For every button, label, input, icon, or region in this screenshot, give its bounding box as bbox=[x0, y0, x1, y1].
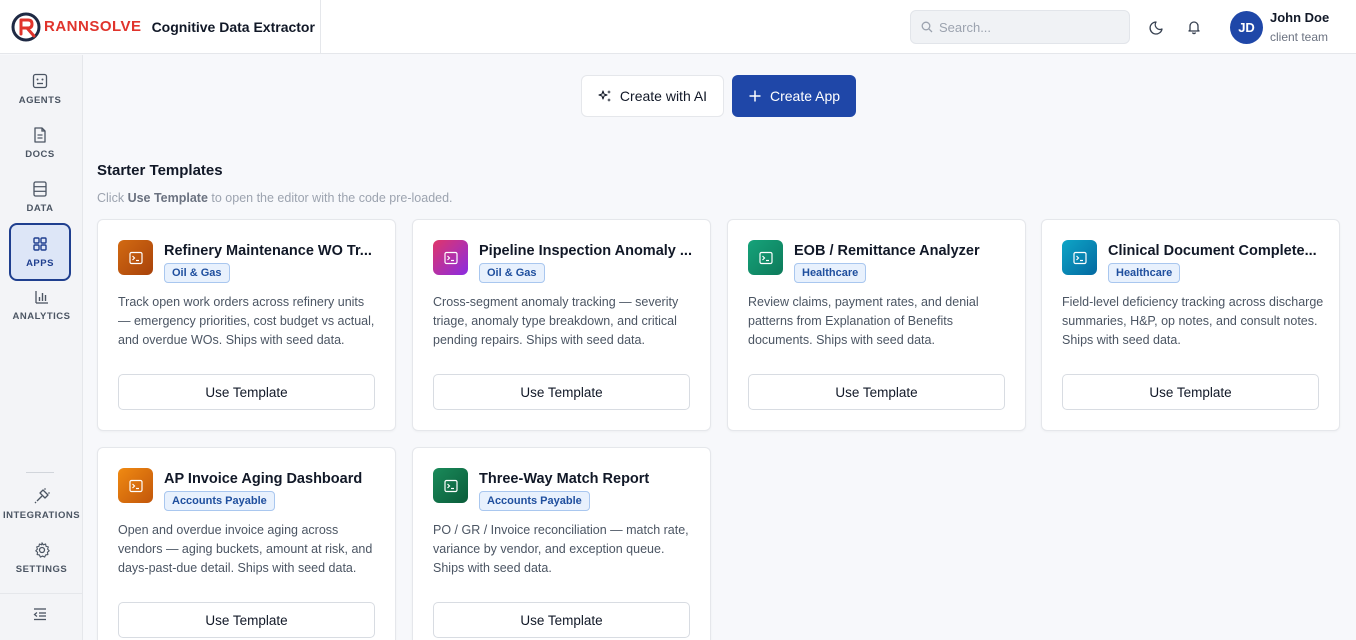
template-card-ap-aging: AP Invoice Aging Dashboard Accounts Paya… bbox=[97, 447, 396, 640]
collapse-menu-icon bbox=[33, 608, 46, 621]
sidebar-item-label: SETTINGS bbox=[15, 564, 68, 575]
terminal-icon bbox=[128, 251, 143, 264]
template-title: Clinical Document Complete... bbox=[1108, 243, 1317, 259]
category-badge: Oil & Gas bbox=[479, 263, 545, 283]
grid-icon bbox=[33, 237, 47, 251]
template-title: Refinery Maintenance WO Tr... bbox=[164, 243, 372, 259]
template-card-refinery: Refinery Maintenance WO Tr... Oil & Gas … bbox=[97, 219, 396, 431]
template-title: Three-Way Match Report bbox=[479, 471, 650, 487]
app-title: Cognitive Data Extractor bbox=[151, 18, 315, 35]
terminal-icon bbox=[758, 251, 773, 264]
section-sub-bold: Use Template bbox=[127, 191, 208, 205]
sidebar-divider-bottom bbox=[0, 593, 83, 594]
bell-icon bbox=[1188, 21, 1200, 35]
sidebar-item-label: DOCS bbox=[25, 149, 55, 160]
agent-icon bbox=[32, 73, 48, 89]
use-template-button[interactable]: Use Template bbox=[433, 602, 690, 638]
sparkles-icon bbox=[598, 90, 611, 102]
template-card-clinical: Clinical Document Complete... Healthcare… bbox=[1041, 219, 1340, 431]
search-box[interactable] bbox=[910, 10, 1130, 44]
sidebar-item-integrations[interactable]: INTEGRATIONS bbox=[0, 475, 83, 533]
avatar[interactable]: JD bbox=[1230, 11, 1263, 44]
use-template-button[interactable]: Use Template bbox=[1062, 374, 1319, 410]
create-app-label: Create App bbox=[769, 88, 841, 104]
template-description: Field-level deficiency tracking across d… bbox=[1062, 295, 1324, 347]
sidebar-item-settings[interactable]: SETTINGS bbox=[0, 529, 83, 587]
plus-icon bbox=[749, 90, 761, 102]
sidebar-item-label: ANALYTICS bbox=[12, 311, 71, 322]
use-template-button[interactable]: Use Template bbox=[748, 374, 1005, 410]
category-badge: Oil & Gas bbox=[164, 263, 230, 283]
terminal-icon bbox=[443, 479, 458, 492]
template-icon-bg bbox=[118, 240, 153, 275]
sidebar-item-label: AGENTS bbox=[18, 95, 62, 106]
user-team: client team bbox=[1270, 30, 1329, 44]
template-card-three-way: Three-Way Match Report Accounts Payable … bbox=[412, 447, 711, 640]
sidebar-item-label: INTEGRATIONS bbox=[2, 510, 81, 521]
sidebar-item-apps[interactable]: APPS bbox=[9, 223, 71, 281]
use-template-button[interactable]: Use Template bbox=[433, 374, 690, 410]
top-header: RANNSOLVE Cognitive Data Extractor JD Jo… bbox=[0, 0, 1356, 54]
moon-icon bbox=[1149, 21, 1163, 35]
sidebar-item-label: DATA bbox=[26, 203, 54, 214]
template-description: PO / GR / Invoice reconciliation — match… bbox=[433, 523, 689, 575]
template-title: EOB / Remittance Analyzer bbox=[794, 243, 980, 259]
template-title: Pipeline Inspection Anomaly ... bbox=[479, 243, 692, 259]
sidebar-item-docs[interactable]: DOCS bbox=[9, 114, 71, 172]
collapse-sidebar-button[interactable] bbox=[26, 603, 54, 625]
category-badge: Accounts Payable bbox=[164, 491, 275, 511]
gear-icon bbox=[34, 542, 50, 558]
category-badge: Accounts Payable bbox=[479, 491, 590, 511]
sidebar-divider bbox=[26, 472, 54, 473]
create-with-ai-button[interactable]: Create with AI bbox=[581, 75, 724, 117]
template-icon-bg bbox=[118, 468, 153, 503]
terminal-icon bbox=[1072, 251, 1087, 264]
bar-chart-icon bbox=[34, 291, 48, 304]
sidebar-item-analytics[interactable]: ANALYTICS bbox=[0, 276, 83, 334]
create-with-ai-label: Create with AI bbox=[619, 88, 708, 104]
use-template-button[interactable]: Use Template bbox=[118, 374, 375, 410]
template-icon-bg bbox=[748, 240, 783, 275]
use-template-button[interactable]: Use Template bbox=[118, 602, 375, 638]
logo-text: RANNSOLVE bbox=[44, 18, 142, 35]
template-card-pipeline: Pipeline Inspection Anomaly ... Oil & Ga… bbox=[412, 219, 711, 431]
template-description: Cross-segment anomaly tracking — severit… bbox=[433, 295, 679, 347]
template-description: Review claims, payment rates, and denial… bbox=[748, 295, 979, 347]
category-badge: Healthcare bbox=[794, 263, 867, 283]
section-sub-suffix: to open the editor with the code pre-loa… bbox=[207, 191, 453, 205]
terminal-icon bbox=[443, 251, 458, 264]
section-sub-prefix: Click bbox=[97, 191, 128, 205]
sidebar-item-data[interactable]: DATA bbox=[9, 168, 71, 226]
plug-icon bbox=[34, 488, 50, 504]
template-card-eob: EOB / Remittance Analyzer Healthcare Rev… bbox=[727, 219, 1026, 431]
search-icon bbox=[921, 21, 933, 33]
sidebar-item-agents[interactable]: AGENTS bbox=[9, 60, 71, 118]
section-subtitle: Click Use Template to open the editor wi… bbox=[97, 191, 453, 205]
template-description: Open and overdue invoice aging across ve… bbox=[118, 523, 373, 575]
notifications-button[interactable] bbox=[1184, 17, 1204, 37]
search-input[interactable] bbox=[939, 19, 1119, 35]
category-badge: Healthcare bbox=[1108, 263, 1181, 283]
template-title: AP Invoice Aging Dashboard bbox=[164, 471, 363, 487]
template-description: Track open work orders across refinery u… bbox=[118, 295, 375, 347]
document-icon bbox=[34, 127, 46, 143]
template-icon-bg bbox=[1062, 240, 1097, 275]
template-icon-bg bbox=[433, 468, 468, 503]
logo-icon bbox=[11, 12, 41, 41]
template-icon-bg bbox=[433, 240, 468, 275]
sidebar-item-label: APPS bbox=[26, 258, 54, 269]
user-name: John Doe bbox=[1270, 10, 1330, 25]
sidebar: AGENTS DOCS DATA APPS ANALYTICS INTEGRAT… bbox=[0, 55, 83, 640]
terminal-icon bbox=[128, 479, 143, 492]
database-icon bbox=[33, 181, 47, 197]
section-title: Starter Templates bbox=[97, 162, 223, 179]
brand: RANNSOLVE Cognitive Data Extractor bbox=[0, 0, 321, 54]
create-app-button[interactable]: Create App bbox=[732, 75, 856, 117]
dark-mode-toggle[interactable] bbox=[1147, 17, 1167, 37]
